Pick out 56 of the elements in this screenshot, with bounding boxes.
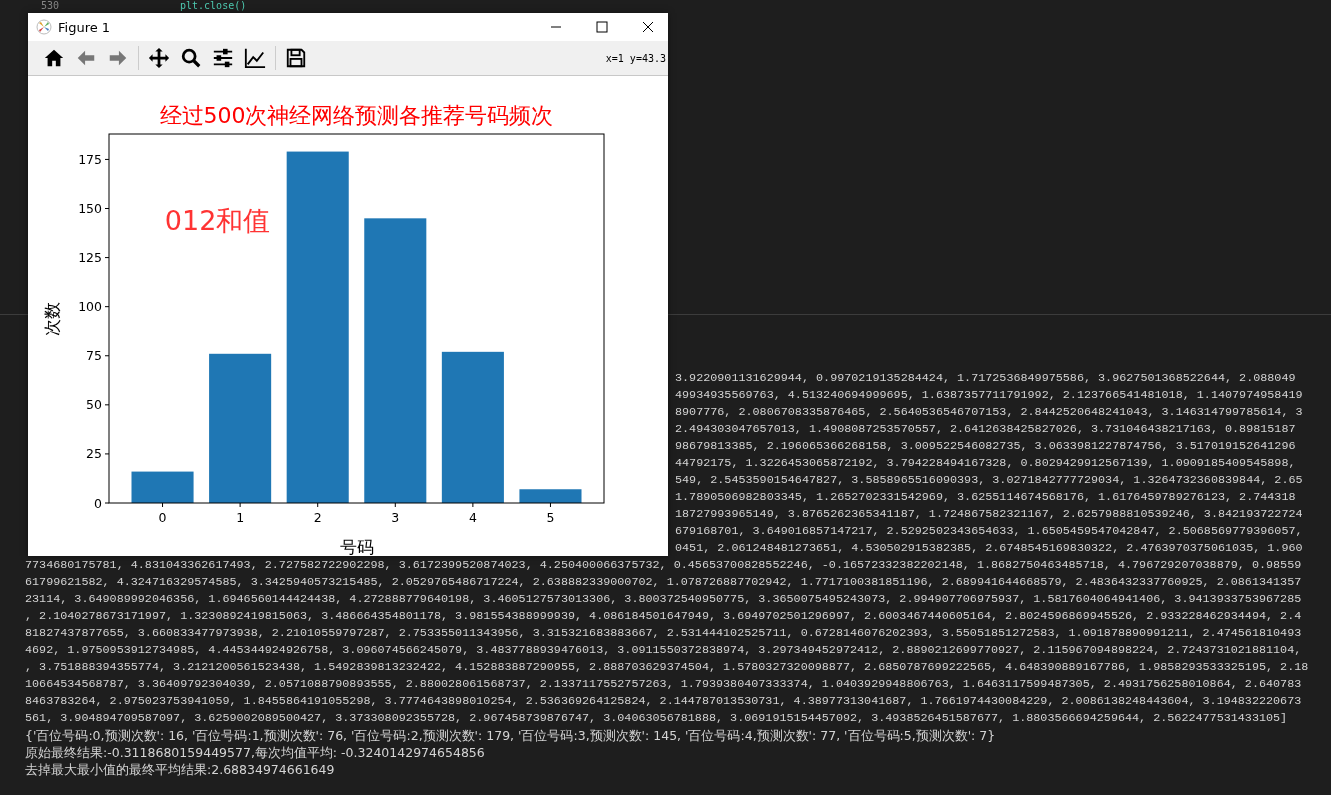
y-tick-label: 125 bbox=[78, 250, 102, 266]
annotation: 012和值 bbox=[164, 204, 271, 236]
console-line: 98679813385, 2.196065366268158, 3.009522546082735, 3.0633981227874756, 3.517019152641296 bbox=[675, 438, 1296, 455]
search-icon bbox=[180, 47, 202, 69]
y-axis-label: 次数 bbox=[42, 301, 62, 336]
console-line: 10664534568787, 3.36409792304039, 2.0571088790893555, 2.880028061568737, 2.1337117552757263, 1.7939380407333374, 1.0403929948806763, 1.6463117599487305, 2.4931756258010864, 2.640783 bbox=[25, 676, 1302, 693]
sliders-icon bbox=[212, 47, 234, 69]
bar bbox=[131, 471, 194, 503]
x-tick-label: 3 bbox=[391, 510, 400, 525]
y-tick-label: 50 bbox=[86, 397, 102, 413]
console-line: 3.9220901131629944, 0.9970219135284424, 1.7172536849975586, 3.9627501368522644, 2.088049 bbox=[675, 370, 1296, 387]
console-line: 8907776, 2.0806708335876465, 2.5640536546707153, 2.8442520648241043, 3.146314799785614, 3 bbox=[675, 404, 1303, 421]
x-tick-label: 2 bbox=[313, 510, 322, 525]
close-icon bbox=[642, 21, 654, 33]
console-line: 49934935569763, 4.513240694999695, 1.6387357711791992, 2.123766541481018, 1.1407974958419 bbox=[675, 387, 1303, 404]
console-line: 8463783264, 2.975023753941059, 1.8455864191055298, 3.7774643898010254, 2.536369264125824, 2.144787013530731, 4.38977313041687, 1.7661974430084229, 2.0086138248443604, 3.194832220673 bbox=[25, 693, 1302, 710]
console-line: 44792175, 1.3226453065872192, 3.794228494167328, 0.8029429912567139, 1.0909185409545898, bbox=[675, 455, 1296, 472]
x-tick-label: 5 bbox=[546, 510, 555, 525]
x-tick-label: 4 bbox=[468, 510, 477, 525]
y-tick-label: 100 bbox=[78, 299, 102, 315]
y-tick-label: 25 bbox=[86, 446, 102, 462]
console-line: 679168701, 3.649016857147217, 2.5292502343654633, 1.6505459547042847, 2.5068569779396057, bbox=[675, 523, 1303, 540]
x-axis-label: 号码 bbox=[339, 537, 374, 555]
console-line: 原始最终结果:-0.3118680159449577,每次均值平均: -0.3240142974654856 bbox=[25, 744, 485, 761]
y-tick-label: 75 bbox=[86, 348, 102, 364]
console-line: 23114, 3.649089992046356, 1.6946560144424438, 4.272888779640198, 3.4605127573013306, 3.800372540950775, 3.3650075495243073, 2.994907706975937, 1.5817604064941406, 3.9413933753967285 bbox=[25, 591, 1302, 608]
x-tick-label: 0 bbox=[158, 510, 167, 525]
console-line: 61799621582, 4.324716329574585, 3.3425940573215485, 2.0529765486717224, 2.638882339000702, 1.078726887702942, 1.7717100381851196, 2.689941644668579, 2.4836432337760925, 2.0861341357 bbox=[25, 574, 1302, 591]
chart-title: 经过500次神经网络预测各推荐号码频次 bbox=[159, 103, 554, 128]
bar bbox=[519, 489, 582, 503]
console-line: 549, 2.5453590154647827, 3.5858965516090393, 3.0271842777729034, 1.3264732360839844, 2.65 bbox=[675, 472, 1303, 489]
console-line: 去掉最大最小值的最终平均结果:2.68834974661649 bbox=[25, 761, 335, 778]
y-tick-label: 175 bbox=[78, 151, 102, 167]
console-line: 0451, 2.061248481273651, 4.530502915382385, 2.6748545169830322, 2.4763970375061035, 1.960 bbox=[675, 540, 1303, 557]
code-line: plt.close() bbox=[180, 0, 247, 12]
move-icon bbox=[148, 47, 170, 69]
console-line: 18727993965149, 3.8765262365341187, 1.724867582321167, 2.6257988810539246, 3.842193722724 bbox=[675, 506, 1303, 523]
y-tick-label: 150 bbox=[78, 201, 102, 216]
home-icon bbox=[43, 47, 65, 69]
console-line: 1.7890506982803345, 1.2652702331542969, 3.6255114674568176, 1.6176459789276123, 2.744318 bbox=[675, 489, 1296, 506]
console-line: 4692, 1.9750953912734985, 4.445344924926758, 3.096074566245079, 3.4837788939476013, 3.0911550372838974, 3.297349452972412, 2.8890212699770927, 2.115967094898224, 2.7243731021881104, bbox=[25, 642, 1302, 659]
line-number: 530 bbox=[39, 0, 61, 12]
console-line: 2.494303047657013, 1.4908087253570557, 2.6412638425827026, 3.731046438217163, 0.89815187 bbox=[675, 421, 1296, 438]
x-tick-label: 1 bbox=[236, 510, 245, 525]
console-line: 7734680175781, 4.831043362617493, 2.727582722902298, 3.6172399520874023, 4.250400066375732, 0.45653700828552246, -0.16572332382202148, 1.8682750463485718, 4.796729207038879, 0.98559 bbox=[25, 557, 1302, 574]
console-line: 561, 3.904894709587097, 3.6259002089500427, 3.373308092355728, 2.967458739876747, 3.04063056781888, 3.0691915154457092, 3.4938526451587677, 1.8803566694259644, 2.5622477531433105] bbox=[25, 710, 1288, 727]
maximize-icon bbox=[596, 21, 608, 33]
app-icon bbox=[36, 19, 52, 35]
console-line: , 2.1040278673171997, 1.3230892419815063, 3.486664354801178, 3.981554388999939, 4.086184501647949, 3.6949702501296997, 2.6003467440605164, 2.8024596869945526, 2.933228462934494, 2.4 bbox=[25, 608, 1302, 625]
window-title: Figure 1 bbox=[58, 19, 112, 35]
console-line: {'百位号码:0,预测次数': 16, '百位号码:1,预测次数': 76, '百位号码:2,预测次数': 179, '百位号码:3,预测次数': 145, '百位号码:4,预测次数': 77, '百位号码:5,预测次数': 7} bbox=[25, 727, 996, 744]
line-chart-icon bbox=[244, 47, 266, 69]
y-tick-label: 0 bbox=[94, 495, 102, 511]
cursor-coordinates: x=1 y=43.3 bbox=[605, 52, 666, 64]
console-line: 81827437877655, 3.660833477973938, 2.21010559797287, 2.753355011343956, 3.315321683883667, 2.531444102525711, 0.6728146076202393, 3.55051851272583, 1.091878890991211, 2.474561810493 bbox=[25, 625, 1302, 642]
console-line: , 3.751888394355774, 3.2121200561523438, 1.5492839813232422, 4.152883887290955, 2.888703629374504, 1.5780327320098877, 2.6850787699222565, 4.648390889167786, 1.9858293533325195, 2.18 bbox=[25, 659, 1309, 676]
